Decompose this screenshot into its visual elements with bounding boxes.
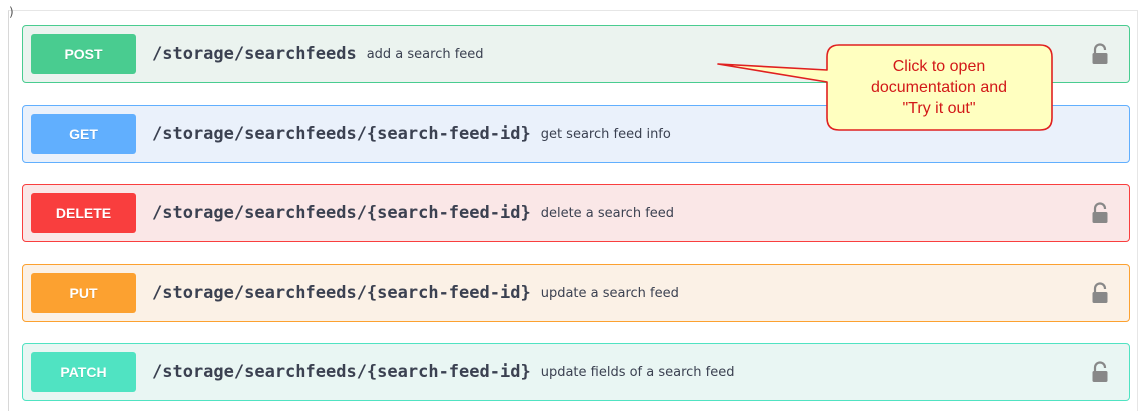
method-badge-get: GET — [31, 114, 136, 154]
operation-summary: get search feed info — [540, 126, 671, 142]
operation-delete-searchfeed[interactable]: DELETE /storage/searchfeeds/{search-feed… — [22, 184, 1130, 242]
corner-mark: ) — [9, 5, 14, 19]
method-badge-patch: PATCH — [31, 352, 136, 392]
lock-icon[interactable] — [1091, 282, 1109, 304]
operation-path: /storage/searchfeeds/{search-feed-id} — [152, 124, 531, 144]
operation-summary: delete a search feed — [540, 205, 675, 221]
operation-post-searchfeeds[interactable]: POST /storage/searchfeeds add a search f… — [22, 25, 1130, 83]
method-badge-post: POST — [31, 34, 136, 74]
lock-icon[interactable] — [1091, 361, 1109, 383]
operation-get-searchfeed[interactable]: GET /storage/searchfeeds/{search-feed-id… — [22, 105, 1130, 163]
operation-summary: update a search feed — [540, 285, 679, 301]
method-badge-delete: DELETE — [31, 193, 136, 233]
operation-patch-searchfeed[interactable]: PATCH /storage/searchfeeds/{search-feed-… — [22, 343, 1130, 401]
method-badge-put: PUT — [31, 273, 136, 313]
operation-summary: update fields of a search feed — [540, 364, 735, 380]
operation-path: /storage/searchfeeds/{search-feed-id} — [152, 362, 531, 382]
lock-icon[interactable] — [1091, 202, 1109, 224]
operation-summary: add a search feed — [366, 46, 484, 62]
operation-path: /storage/searchfeeds — [152, 44, 357, 64]
operation-path: /storage/searchfeeds/{search-feed-id} — [152, 283, 531, 303]
lock-icon[interactable] — [1091, 43, 1109, 65]
operation-put-searchfeed[interactable]: PUT /storage/searchfeeds/{search-feed-id… — [22, 264, 1130, 322]
operation-path: /storage/searchfeeds/{search-feed-id} — [152, 203, 531, 223]
